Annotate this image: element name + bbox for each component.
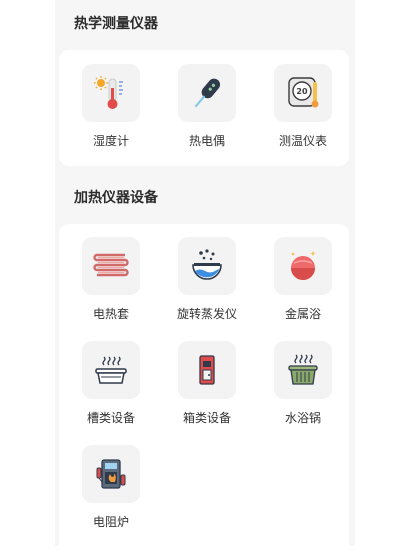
item-label: 测温仪表 [278, 134, 327, 148]
item-rotary-evaporator[interactable]: 旋转蒸发仪 [167, 237, 247, 327]
item-water-bath[interactable]: 水浴锅 [263, 341, 343, 431]
thermocouple-icon [178, 64, 236, 122]
rotary-evaporator-icon [178, 237, 236, 295]
item-thermometer-gauge[interactable]: 20 测温仪表 [263, 64, 343, 154]
resistance-furnace-icon [82, 445, 140, 503]
item-label: 水浴锅 [284, 411, 321, 425]
item-tank-equipment[interactable]: 槽类设备 [71, 341, 151, 431]
item-label: 槽类设备 [86, 411, 135, 425]
heating-mantle-icon [82, 237, 140, 295]
category-panel: 热学测量仪器 湿度计 热电偶 20 测温仪表 加热仪器设备 电热套 旋转蒸发仪 … [55, 0, 355, 554]
item-label: 电热套 [92, 307, 129, 321]
water-bath-icon [274, 341, 332, 399]
item-label: 金属浴 [284, 307, 321, 321]
section-title-thermal-measurement: 热学测量仪器 [74, 16, 158, 32]
item-resistance-furnace[interactable]: 电阻炉 [71, 445, 151, 535]
item-hygrometer[interactable]: 湿度计 [71, 64, 151, 154]
metal-bath-icon [274, 237, 332, 295]
card-heating-equipment: 电热套 旋转蒸发仪 金属浴 槽类设备 箱类设备 水浴锅 电阻炉 [59, 224, 349, 554]
tank-equipment-icon [82, 341, 140, 399]
item-label: 湿度计 [92, 134, 129, 148]
thermostat-gauge-icon: 20 [274, 64, 332, 122]
item-thermocouple[interactable]: 热电偶 [167, 64, 247, 154]
item-label: 电阻炉 [92, 515, 129, 529]
card-thermal-measurement: 湿度计 热电偶 20 测温仪表 [59, 50, 349, 166]
thermometer-icon [82, 64, 140, 122]
item-label: 旋转蒸发仪 [176, 307, 237, 321]
item-label: 箱类设备 [182, 411, 231, 425]
box-equipment-icon [178, 341, 236, 399]
item-label: 热电偶 [188, 134, 225, 148]
gauge-reading: 20 [296, 87, 308, 96]
item-metal-bath[interactable]: 金属浴 [263, 237, 343, 327]
item-box-equipment[interactable]: 箱类设备 [167, 341, 247, 431]
item-heating-mantle[interactable]: 电热套 [71, 237, 151, 327]
section-title-heating-equipment: 加热仪器设备 [74, 190, 158, 206]
